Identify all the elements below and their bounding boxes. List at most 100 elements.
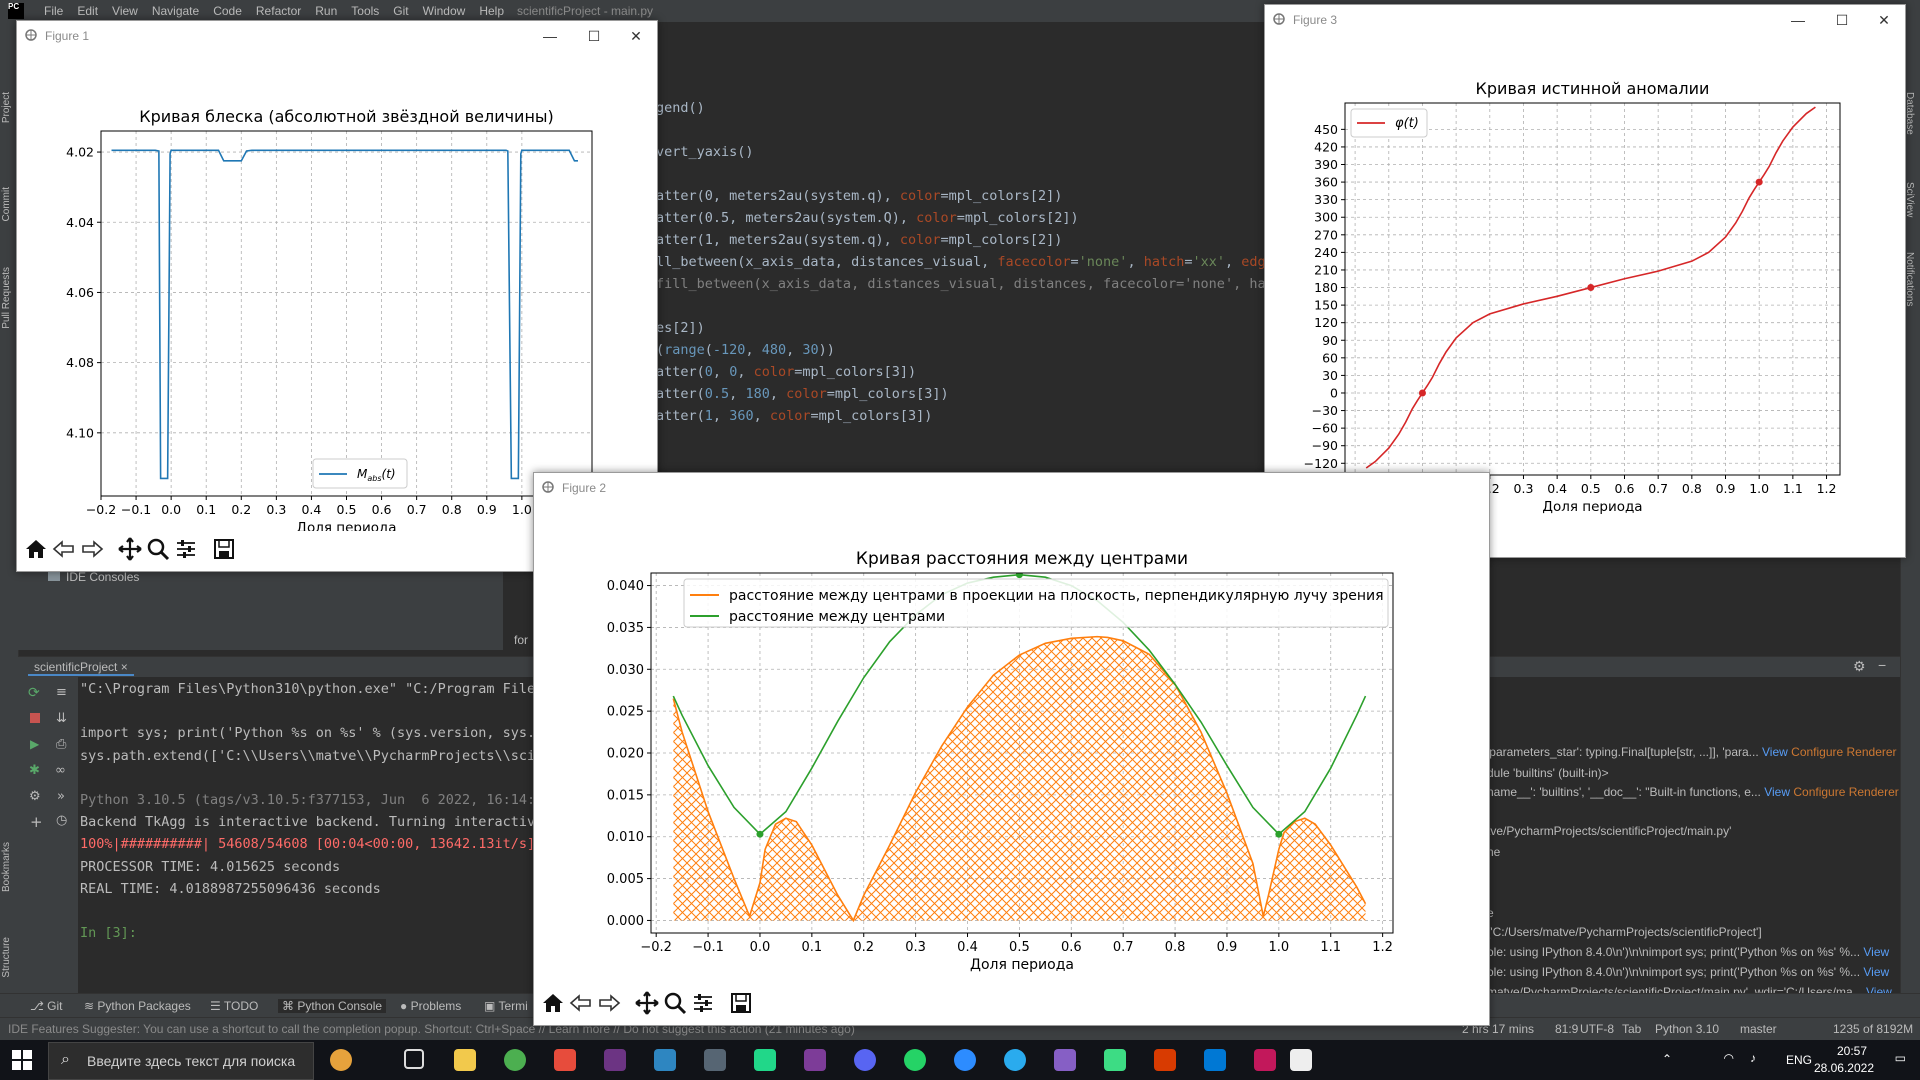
bottom-tab-python-console[interactable]: ⌘ Python Console (278, 999, 387, 1013)
menu-help[interactable]: Help (479, 4, 504, 18)
code-editor[interactable]: gend() vert_yaxis() atter(0, meters2au(sys… (650, 80, 1274, 470)
view-link[interactable]: View (1860, 965, 1889, 979)
view-link[interactable]: View (1759, 745, 1788, 759)
legend[interactable]: Mabs(t) (312, 458, 408, 489)
data-marker[interactable] (1275, 830, 1283, 838)
status-item[interactable]: 1235 of 8192M (1833, 1022, 1913, 1036)
series-line-0[interactable] (111, 149, 578, 480)
menu-window[interactable]: Window (423, 4, 466, 18)
subplots-icon[interactable] (690, 990, 716, 1016)
maximize-button[interactable]: ☐ (1825, 9, 1859, 31)
android-icon[interactable] (1104, 1049, 1126, 1071)
configure-renderer-link[interactable]: Configure Renderer (1788, 745, 1896, 759)
zoom-icon[interactable] (145, 536, 171, 562)
telegram-icon[interactable] (1004, 1049, 1026, 1071)
tray-date[interactable]: 28.06.2022 (1814, 1061, 1874, 1075)
gear-icon[interactable]: ⚙ (1853, 658, 1866, 675)
console-tab-scientificproject[interactable]: scientificProject × (28, 660, 134, 676)
forward-icon[interactable]: » (57, 789, 65, 804)
infinity-icon[interactable]: ∞ (55, 763, 66, 778)
app-blue-icon[interactable] (654, 1049, 676, 1071)
bottom-tab-python-packages[interactable]: ≋ Python Packages (84, 999, 191, 1013)
left-strip-bookmarks[interactable]: Bookmarks (1, 842, 12, 892)
debug-icon[interactable]: ✱ (29, 763, 40, 778)
tray-lang[interactable]: ENG (1786, 1053, 1812, 1067)
file-explorer-icon[interactable] (454, 1049, 476, 1071)
tray-chevron-icon[interactable]: ⌃ (1662, 1052, 1672, 1066)
status-item[interactable]: 81:9 (1555, 1022, 1578, 1036)
legend[interactable]: расстояние между центрами в проекции на … (683, 578, 1389, 628)
minimize-panel-icon[interactable]: − (1878, 657, 1886, 673)
status-item[interactable]: Python 3.10 (1655, 1022, 1719, 1036)
minimize-button[interactable]: — (1781, 9, 1815, 31)
status-item[interactable]: master (1740, 1022, 1777, 1036)
menu-navigate[interactable]: Navigate (152, 4, 199, 18)
view-link[interactable]: View (1860, 945, 1889, 959)
data-marker[interactable] (1587, 284, 1595, 292)
stop-icon[interactable] (30, 713, 40, 723)
scroll-end-icon[interactable]: ⇊ (56, 711, 67, 726)
bottom-tab-problems[interactable]: ● Problems (400, 999, 461, 1013)
pan-icon[interactable] (117, 536, 143, 562)
zoom-icon[interactable] (954, 1049, 976, 1071)
close-button[interactable]: ✕ (619, 25, 653, 47)
whatsapp-icon[interactable] (904, 1049, 926, 1071)
store-icon[interactable] (1204, 1049, 1226, 1071)
tray-network-icon[interactable]: ◠ (1724, 1051, 1734, 1065)
legend[interactable]: φ(t) (1350, 108, 1428, 138)
menu-run[interactable]: Run (315, 4, 337, 18)
data-marker[interactable] (1418, 389, 1426, 397)
data-marker[interactable] (1015, 571, 1023, 579)
left-strip-structure[interactable]: Structure (1, 937, 12, 978)
save-icon[interactable] (211, 536, 237, 562)
figure-1-titlebar[interactable]: Figure 1 — ☐ ✕ (17, 21, 657, 51)
figure-2-titlebar[interactable]: Figure 2 (534, 473, 1489, 503)
zoom-icon[interactable] (662, 990, 688, 1016)
run-icon[interactable]: ▶ (30, 737, 39, 751)
bottom-tab-termi[interactable]: ▣ Termi (484, 999, 528, 1013)
notification-icon[interactable]: ▭ (1895, 1051, 1906, 1065)
back-icon[interactable] (568, 990, 594, 1016)
status-item[interactable]: UTF-8 (1580, 1022, 1614, 1036)
windows-start-icon[interactable] (12, 1050, 32, 1070)
left-strip-pull-requests[interactable]: Pull Requests (1, 267, 12, 329)
save-icon[interactable] (728, 990, 754, 1016)
rerun-icon[interactable]: ⟳ (28, 685, 40, 701)
menu-file[interactable]: File (44, 4, 63, 18)
menu-refactor[interactable]: Refactor (256, 4, 301, 18)
bottom-tab-todo[interactable]: ☰ TODO (210, 999, 258, 1013)
view-link[interactable]: View (1761, 785, 1790, 799)
pycharm-icon[interactable] (1254, 1049, 1276, 1071)
configure-renderer-link[interactable]: Configure Renderer (1790, 785, 1898, 799)
left-strip-project[interactable]: Project (1, 92, 12, 123)
center-distance-chart[interactable]: −0.2 −0.1 0.0 0.1 0.2 0.3 0.4 0.5 0.6 0.7 0.8 0.9 1.… (534, 503, 1489, 985)
home-icon[interactable] (23, 536, 49, 562)
fl-studio-icon[interactable] (554, 1049, 576, 1071)
menu-git[interactable]: Git (393, 4, 408, 18)
add-icon[interactable]: + (30, 813, 43, 831)
true-anomaly-chart[interactable]: −0.2−0.10.00.10.20.30.40.50.60.70.80.91.… (1265, 35, 1905, 521)
light-curve-chart[interactable]: −0.2 −0.1 0.0 0.1 0.2 0.3 0.4 0.5 0.6 0.7 0.8 0.9 1.… (17, 51, 657, 531)
office-icon[interactable] (1154, 1049, 1176, 1071)
subplots-icon[interactable] (173, 536, 199, 562)
figure-3-titlebar[interactable]: Figure 3 — ☐ ✕ (1265, 5, 1905, 35)
clock-icon[interactable]: ◷ (56, 813, 67, 828)
data-marker[interactable] (756, 830, 764, 838)
chrome-icon[interactable] (504, 1049, 526, 1071)
pan-icon[interactable] (634, 990, 660, 1016)
close-icon[interactable]: × (121, 660, 128, 674)
pycharm-ce-icon[interactable] (754, 1049, 776, 1071)
tray-time[interactable]: 20:57 (1837, 1044, 1867, 1058)
minimize-button[interactable]: — (533, 25, 567, 47)
data-marker[interactable] (1755, 178, 1763, 186)
app-purple-icon[interactable] (604, 1049, 626, 1071)
tray-volume-icon[interactable]: ♪ (1750, 1051, 1756, 1065)
menu-edit[interactable]: Edit (77, 4, 98, 18)
matplotlib-icon[interactable] (1290, 1049, 1312, 1071)
home-icon[interactable] (540, 990, 566, 1016)
taskbar-search-box[interactable]: ⌕ Введите здесь текст для поиска (48, 1042, 314, 1080)
ide-consoles-item[interactable]: IDE Consoles (48, 570, 139, 584)
visual-studio-icon[interactable] (1054, 1049, 1076, 1071)
back-icon[interactable] (51, 536, 77, 562)
print-icon[interactable]: ⎙ (56, 737, 66, 752)
